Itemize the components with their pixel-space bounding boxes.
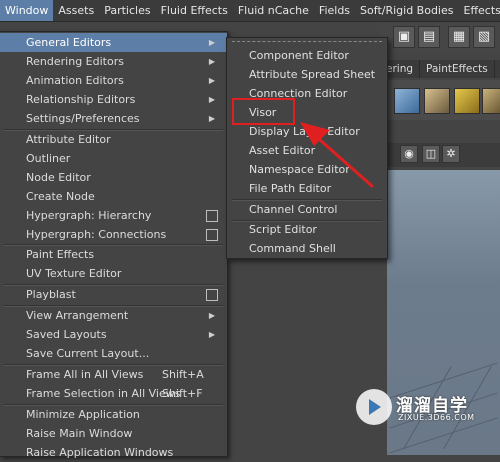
option-box-icon[interactable] [206,289,218,301]
menu-item-label: Settings/Preferences [26,112,140,125]
shelf-spot-icon[interactable] [424,88,450,114]
menu-item-label: View Arrangement [26,309,128,322]
menu-item-view-arrangement[interactable]: View Arrangement ▶ [0,306,227,325]
menu-item-label: Rendering Editors [26,55,124,68]
shelf [380,80,500,120]
menu-item-settings-preferences[interactable]: Settings/Preferences ▶ [0,109,227,128]
submenu-item-namespace-editor[interactable]: Namespace Editor [227,160,387,179]
menu-item-label: Frame All in All Views [26,368,143,381]
menu-item-label: Hypergraph: Connections [26,228,166,241]
submenu-arrow-icon: ▶ [209,90,215,109]
render-icon[interactable]: ▣ [393,26,415,48]
menu-item-raise-main-window[interactable]: Raise Main Window [0,424,227,443]
menu-item-uv-texture-editor[interactable]: UV Texture Editor [0,264,227,283]
wireframe-icon[interactable]: ◫ [422,145,440,163]
watermark: 溜溜自学 ZIXUE.3D66.COM [354,383,474,431]
share-icon[interactable]: ✲ [442,145,460,163]
shelf-plane-icon[interactable] [482,88,500,114]
menu-item-label: Saved Layouts [26,328,107,341]
menu-soft-rigid-bodies[interactable]: Soft/Rigid Bodies [355,0,458,21]
menu-item-minimize-application[interactable]: Minimize Application [0,405,227,424]
submenu-arrow-icon: ▶ [209,33,215,52]
tear-off-handle[interactable] [232,41,382,42]
menu-item-label: Playblast [26,288,76,301]
submenu-arrow-icon: ▶ [209,71,215,90]
menu-item-hypergraph-hierarchy[interactable]: Hypergraph: Hierarchy [0,206,227,225]
menu-item-save-current-layout[interactable]: Save Current Layout... [0,344,227,363]
menu-item-animation-editors[interactable]: Animation Editors ▶ [0,71,227,90]
menu-fluid-effects[interactable]: Fluid Effects [156,0,233,21]
menu-item-relationship-editors[interactable]: Relationship Editors ▶ [0,90,227,109]
menu-item-label: Hypergraph: Hierarchy [26,209,151,222]
menu-window[interactable]: Window [0,0,53,21]
menu-item-node-editor[interactable]: Node Editor [0,168,227,187]
shelf-tabs: ering PaintEffects [380,60,500,78]
shaded-icon[interactable]: ◉ [400,145,418,163]
menu-effects[interactable]: Effects [459,0,500,21]
menu-item-hypergraph-connections[interactable]: Hypergraph: Connections [0,225,227,244]
status-toolbar: ▣ ▤ ▦ ▧ [380,22,500,52]
submenu-arrow-icon: ▶ [209,109,215,128]
submenu-arrow-icon: ▶ [209,52,215,71]
menu-item-label: Relationship Editors [26,93,135,106]
menu-item-frame-all[interactable]: Frame All in All Views Shift+A [0,365,227,384]
option-box-icon[interactable] [206,229,218,241]
menu-item-outliner[interactable]: Outliner [0,149,227,168]
submenu-item-file-path-editor[interactable]: File Path Editor [227,179,387,198]
menu-assets[interactable]: Assets [53,0,99,21]
shelf-cube-icon[interactable] [454,88,480,114]
menu-item-general-editors[interactable]: General Editors ▶ [0,33,227,52]
ipr-icon[interactable]: ▦ [448,26,470,48]
shortcut-label: Shift+A [162,365,204,384]
submenu-item-script-editor[interactable]: Script Editor [227,220,387,239]
render-settings-icon[interactable]: ▧ [473,26,495,48]
watermark-url: ZIXUE.3D66.COM [398,413,475,422]
menu-item-label: General Editors [26,36,111,49]
menu-item-rendering-editors[interactable]: Rendering Editors ▶ [0,52,227,71]
shortcut-label: Shift+F [162,384,203,403]
submenu-item-command-shell[interactable]: Command Shell [227,239,387,258]
menu-item-playblast[interactable]: Playblast [0,285,227,304]
general-editors-submenu: Component Editor Attribute Spread Sheet … [226,37,388,259]
menu-fields[interactable]: Fields [314,0,355,21]
menu-item-attribute-editor[interactable]: Attribute Editor [0,130,227,149]
window-menu-dropdown: General Editors ▶ Rendering Editors ▶ An… [0,31,228,457]
shelf-tab-painteffects[interactable]: PaintEffects [420,60,495,78]
shelf-light-icon[interactable] [394,88,420,114]
menu-particles[interactable]: Particles [99,0,155,21]
watermark-logo-icon [356,389,392,425]
menu-item-label: Frame Selection in All Views [26,387,180,400]
menu-item-frame-selection[interactable]: Frame Selection in All Views Shift+F [0,384,227,403]
option-box-icon[interactable] [206,210,218,222]
submenu-arrow-icon: ▶ [209,325,215,344]
panel-toolbar: ◉ ◫ ✲ [380,143,500,167]
menu-item-saved-layouts[interactable]: Saved Layouts ▶ [0,325,227,344]
menu-item-create-node[interactable]: Create Node [0,187,227,206]
menu-item-paint-effects[interactable]: Paint Effects [0,245,227,264]
submenu-arrow-icon: ▶ [209,306,215,325]
menu-item-raise-application-windows[interactable]: Raise Application Windows [0,443,227,462]
submenu-item-asset-editor[interactable]: Asset Editor [227,141,387,160]
clapper-icon[interactable]: ▤ [418,26,440,48]
menu-item-label: Animation Editors [26,74,124,87]
menu-bar: Window Assets Particles Fluid Effects Fl… [0,0,500,22]
submenu-item-component-editor[interactable]: Component Editor [227,46,387,65]
submenu-item-channel-control[interactable]: Channel Control [227,200,387,219]
submenu-item-attribute-spread-sheet[interactable]: Attribute Spread Sheet [227,65,387,84]
highlight-box-visor [232,98,295,125]
menu-fluid-ncache[interactable]: Fluid nCache [233,0,314,21]
